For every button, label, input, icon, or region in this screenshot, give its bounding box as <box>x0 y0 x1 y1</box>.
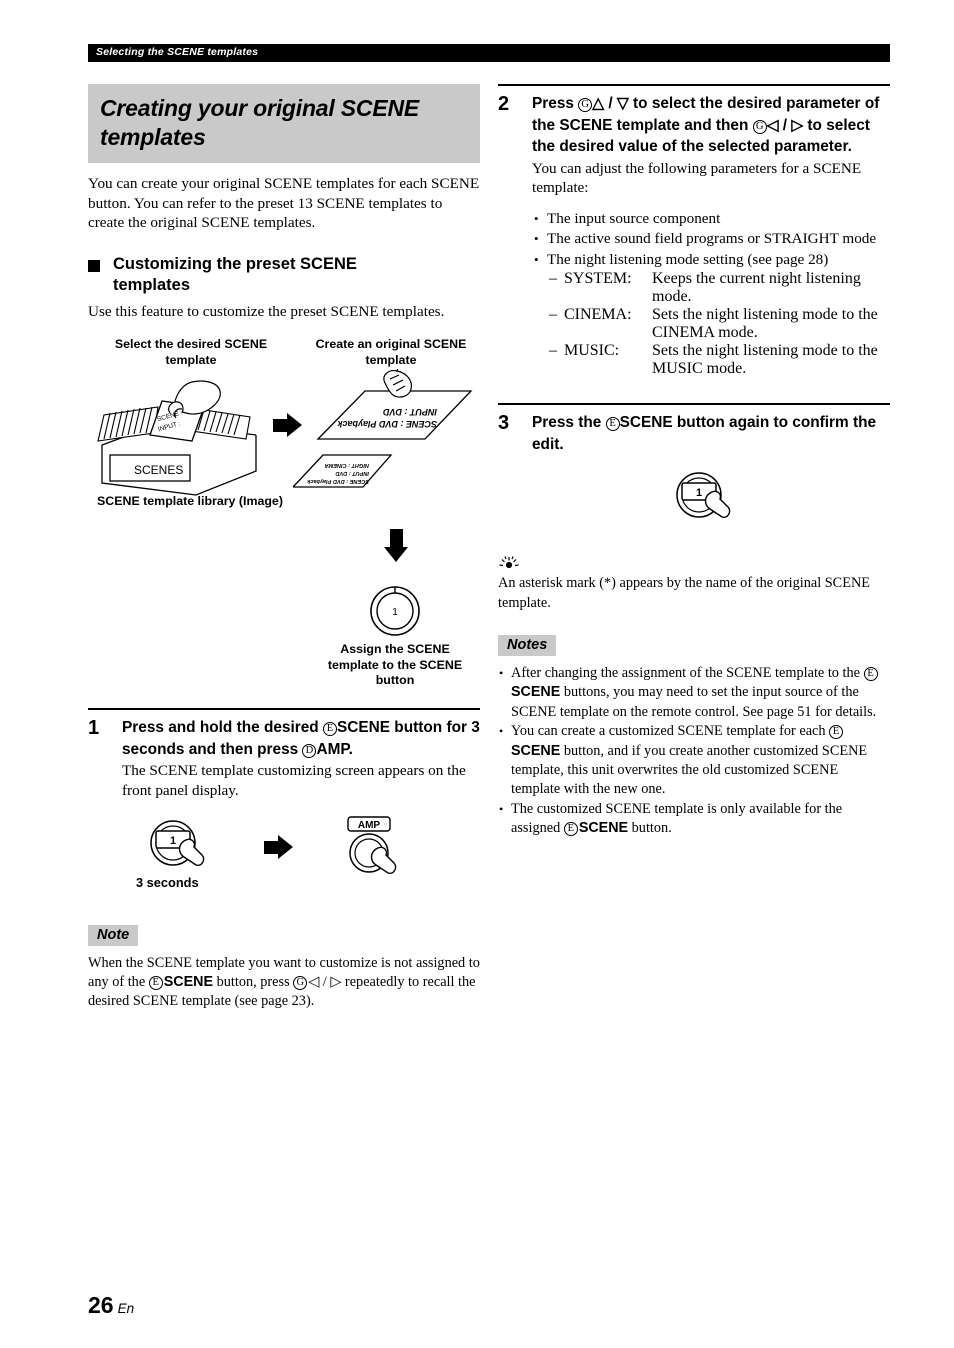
figure-caption-select: Select the desired SCENE template <box>114 337 268 367</box>
step-1: 1 Press and hold the desired E SCENE butt… <box>88 708 480 902</box>
arrow-right-glyph: ▷ <box>330 973 342 990</box>
step-2-body: You can adjust the following parameters … <box>532 159 862 197</box>
manual-page: Selecting the SCENE templates Creating y… <box>0 0 954 1348</box>
svg-text:SCENE : DVD Playback: SCENE : DVD Playback <box>336 419 437 429</box>
section-intro: You can create your original SCENE templ… <box>88 175 480 232</box>
key-label-g: G <box>293 975 308 990</box>
scene-button-number: 1 <box>392 607 398 618</box>
key-label-e: E <box>563 822 578 837</box>
arrow-left-glyph: ◁ <box>766 116 779 134</box>
night-mode-definition: Sets the night listening mode to the CIN… <box>652 306 878 342</box>
key-label-g: G <box>578 98 593 112</box>
step-3: 3 Press the E SCENE button again to confi… <box>498 403 890 535</box>
button-number-label: 1 <box>696 487 702 499</box>
right-column: 2 Press G △ / ▽ to select the desired par… <box>498 84 890 839</box>
step-1-number: 1 <box>88 717 100 740</box>
tip-bulb-icon <box>499 556 519 569</box>
list-item: The active sound field programs or STRAI… <box>532 229 890 250</box>
list-item: The input source component <box>532 209 890 230</box>
svg-text:INPUT : DVD: INPUT : DVD <box>335 470 369 476</box>
square-bullet-icon <box>88 259 100 272</box>
dash-marker: – <box>549 342 557 360</box>
night-mode-term: CINEMA: <box>564 306 632 324</box>
arrow-down-glyph: ▽ <box>616 95 629 112</box>
night-mode-definition: Keeps the current night listening mode. <box>652 270 861 306</box>
step-2: 2 Press G △ / ▽ to select the desired par… <box>498 84 890 378</box>
original-scene-template-illustration: SCENE : DVD Playback INPUT : DVD SCENE :… <box>293 369 473 489</box>
svg-text:SCENES: SCENES <box>134 463 183 477</box>
arrow-left-glyph: ◁ <box>308 973 320 990</box>
button-number-label: 1 <box>170 835 176 847</box>
key-label-e: E <box>829 725 844 740</box>
running-head-bar: Selecting the SCENE templates <box>88 44 890 62</box>
page-title: Creating your original SCENE templates <box>88 84 480 163</box>
key-label-e: E <box>148 975 163 990</box>
key-label-e: E <box>863 667 878 681</box>
night-mode-term: SYSTEM: <box>564 270 632 288</box>
svg-text:NIGHT : CINEMA: NIGHT : CINEMA <box>325 462 369 468</box>
step-3-number: 3 <box>498 412 510 435</box>
step-2-number: 2 <box>498 93 510 115</box>
key-label-g: G <box>752 119 767 134</box>
amp-button-press-illustration: AMP <box>347 815 397 874</box>
step-3-heading: Press the E SCENE button again to confirm… <box>532 414 877 453</box>
arrow-up-glyph: △ <box>592 95 605 112</box>
page-folio: 26 En <box>88 1292 134 1319</box>
scene-button-press-illustration: 1 <box>150 819 205 866</box>
note-label: Note <box>88 924 139 946</box>
step-2-heading: Press G △ / ▽ to select the desired param… <box>532 95 880 155</box>
page-number: 26 <box>88 1292 114 1318</box>
list-item: After changing the assignment of the SCE… <box>498 664 890 722</box>
hold-duration-label: 3 seconds <box>136 874 199 890</box>
scene-template-library-illustration: SCENES SCENE : INPUT : <box>97 380 257 497</box>
subsection-intro: Use this feature to customize the preset… <box>88 302 445 320</box>
step-1-illustration: 1 3 seconds AMP <box>88 815 480 903</box>
notes-list: After changing the assignment of the SCE… <box>498 664 890 839</box>
tip-body: An asterisk mark (*) appears by the name… <box>498 575 871 611</box>
scene-button-illustration: 1 <box>370 586 420 637</box>
left-column: Creating your original SCENE templates Y… <box>88 84 480 1012</box>
amp-label: AMP <box>358 820 381 831</box>
step-3-illustration: 1 <box>498 469 890 535</box>
running-head-text: Selecting the SCENE templates <box>96 46 259 58</box>
list-item: – SYSTEM: Keeps the current night listen… <box>532 270 890 306</box>
step-1-body: The SCENE template customizing screen ap… <box>122 762 466 799</box>
dash-marker: – <box>549 270 557 288</box>
figure-caption-assign: Assign the SCENE template to the SCENE b… <box>327 642 463 688</box>
key-label-e: E <box>323 722 337 737</box>
scene-template-figure: Select the desired SCENE template Create… <box>88 337 480 687</box>
arrow-right-glyph: ▷ <box>791 116 804 134</box>
key-label-e: E <box>605 417 620 432</box>
key-label-d: D <box>302 743 317 758</box>
list-item: The night listening mode setting (see pa… <box>532 250 890 271</box>
step-2-parameter-list: The input source component The active so… <box>532 209 890 271</box>
scene-button-press-illustration: 1 <box>676 472 731 519</box>
figure-caption-create: Create an original SCENE template <box>315 337 467 367</box>
night-mode-term: MUSIC: <box>564 342 620 360</box>
list-item: – MUSIC: Sets the night listening mode t… <box>532 342 890 378</box>
step-1-heading: Press and hold the desired E SCENE button… <box>122 719 480 758</box>
night-mode-definition: Sets the night listening mode to the MUS… <box>652 342 878 378</box>
note-body: When the SCENE template you want to cust… <box>88 954 480 1010</box>
notes-label: Notes <box>498 635 557 656</box>
svg-text:INPUT : DVD: INPUT : DVD <box>382 407 437 417</box>
tip-section <box>498 555 890 572</box>
dash-marker: – <box>549 306 557 324</box>
subsection-heading: Customizing the preset SCENE templates <box>88 254 480 296</box>
page-language: En <box>117 1301 135 1316</box>
list-item: The customized SCENE template is only av… <box>498 800 890 839</box>
list-item: You can create a customized SCENE templa… <box>498 722 890 800</box>
subsection-heading-text: Customizing the preset SCENE templates <box>113 254 357 294</box>
list-item: – CINEMA: Sets the night listening mode … <box>532 306 890 342</box>
svg-text:SCENE : DVD Playback: SCENE : DVD Playback <box>306 478 369 484</box>
